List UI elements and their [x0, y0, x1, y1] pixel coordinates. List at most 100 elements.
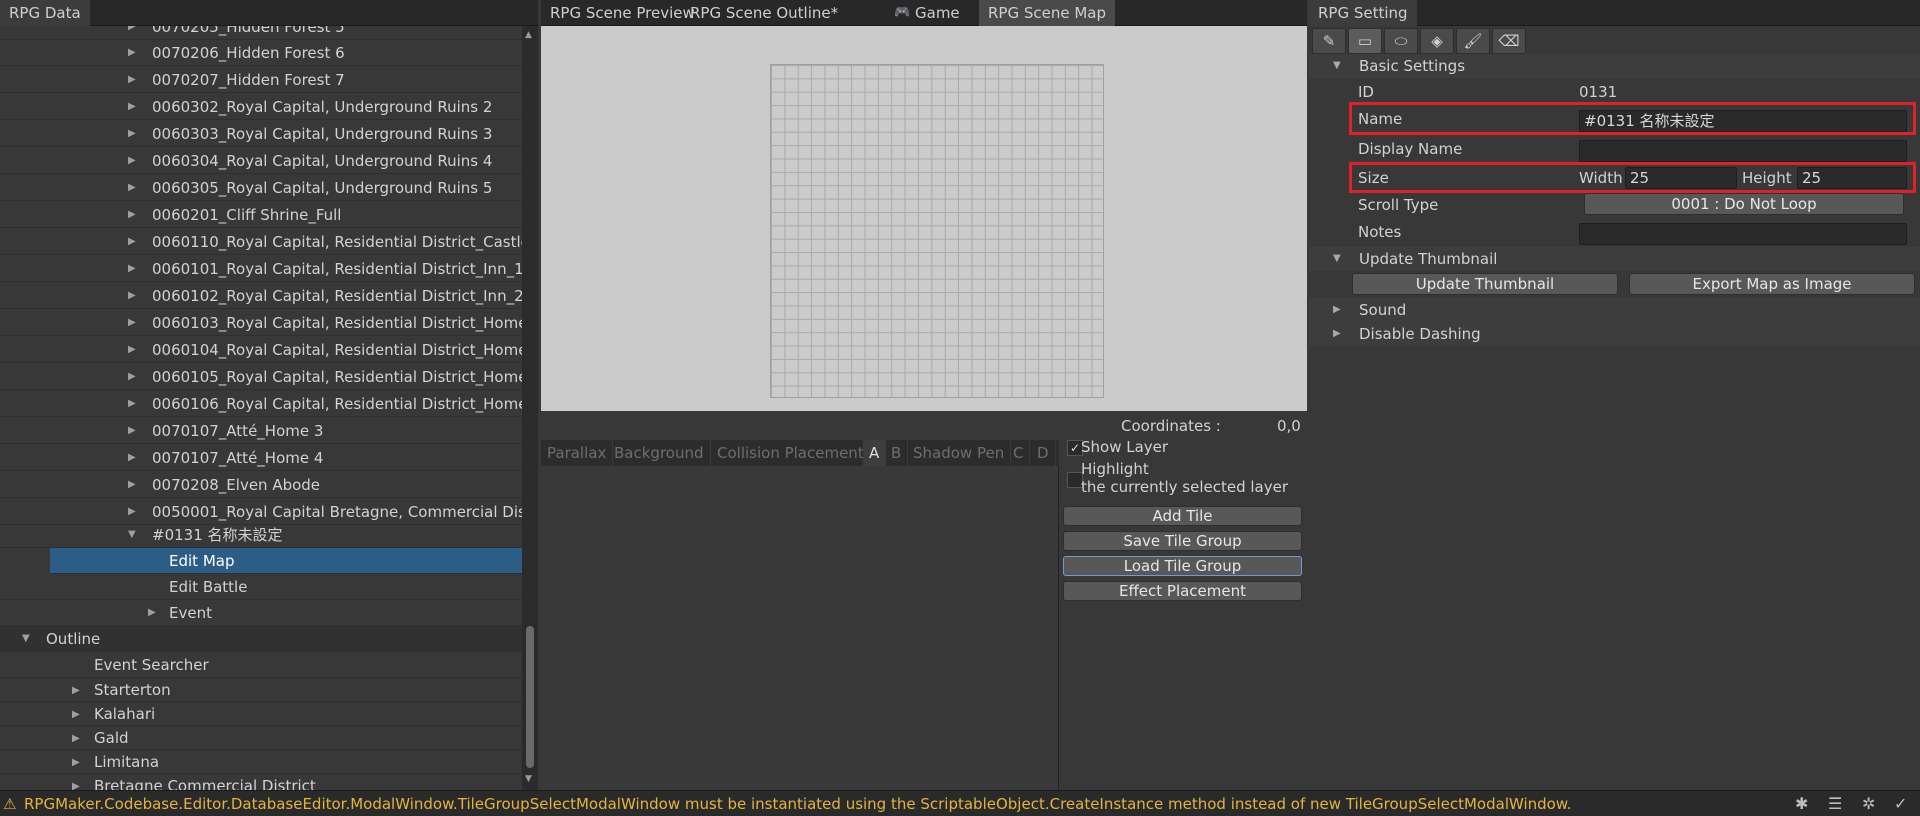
tree-row-map[interactable]: ▶ 0060201_Cliff Shrine_Full	[0, 202, 522, 228]
outline-item[interactable]: ▶ Limitana	[0, 750, 522, 774]
add-tile-button[interactable]: Add Tile	[1063, 506, 1302, 526]
chevron-down-icon[interactable]: ▼	[128, 522, 136, 547]
tab-game[interactable]: 🎮 Game	[885, 0, 969, 26]
effect-placement-button[interactable]: Effect Placement	[1063, 581, 1302, 601]
layer-tab-shadow-pen[interactable]: Shadow Pen	[907, 440, 1012, 466]
pencil-icon[interactable]: ✎	[1312, 28, 1346, 54]
chevron-right-icon[interactable]: ▶	[72, 702, 80, 725]
chevron-right-icon[interactable]: ▶	[128, 337, 136, 362]
tree-row-map[interactable]: ▶ 0070107_Atté_Home 4	[0, 445, 522, 471]
check-circle-icon[interactable]: ✓	[1894, 791, 1907, 816]
disable-dashing-section[interactable]: ▶ Disable Dashing	[1309, 322, 1920, 346]
layer-tab-parallax[interactable]: Parallax	[541, 440, 614, 466]
tree-row-map[interactable]: ▶ 0060103_Royal Capital, Residential Dist…	[0, 310, 522, 336]
tab-rpg-data[interactable]: RPG Data	[0, 0, 90, 26]
rectangle-icon[interactable]: ▭	[1348, 28, 1382, 54]
notes-field[interactable]	[1579, 223, 1907, 245]
tree-row-partial[interactable]: ▶ 0070205_Hidden Forest 5	[0, 26, 522, 40]
chevron-right-icon[interactable]: ▶	[128, 121, 136, 146]
chevron-right-icon[interactable]: ▶	[72, 678, 80, 701]
chevron-right-icon[interactable]: ▶	[128, 364, 136, 389]
tree-row-map[interactable]: ▶ 0060101_Royal Capital, Residential Dist…	[0, 256, 522, 282]
chevron-right-icon[interactable]: ▶	[72, 726, 80, 749]
tree-item-edit-map[interactable]: Edit Map	[50, 548, 522, 574]
tree-row-map[interactable]: ▶ 0060303_Royal Capital, Underground Ruin…	[0, 121, 522, 147]
chevron-down-icon[interactable]: ▼	[1333, 54, 1341, 78]
chevron-right-icon[interactable]: ▶	[128, 94, 136, 119]
export-map-button[interactable]: Export Map as Image	[1629, 273, 1915, 295]
chevron-right-icon[interactable]: ▶	[128, 175, 136, 200]
brush-icon[interactable]: 🖌	[1456, 28, 1490, 54]
tree-row-map[interactable]: ▶ 0060110_Royal Capital, Residential Dist…	[0, 229, 522, 255]
chevron-down-icon[interactable]: ▼	[22, 626, 30, 651]
save-tile-group-button[interactable]: Save Tile Group	[1063, 531, 1302, 551]
chevron-right-icon[interactable]: ▶	[1333, 298, 1341, 322]
tree-item-event[interactable]: ▶ Event	[0, 600, 522, 626]
scroll-down-icon[interactable]: ▼	[525, 774, 532, 784]
outline-header[interactable]: ▼ Outline	[0, 626, 522, 652]
load-tile-group-button[interactable]: Load Tile Group	[1063, 556, 1302, 576]
layer-tab-c[interactable]: C	[1007, 440, 1031, 466]
chevron-right-icon[interactable]: ▶	[128, 391, 136, 416]
tree-row-current-map[interactable]: ▼ #0131 名称未設定	[0, 522, 522, 548]
layer-tab-a[interactable]: A	[863, 440, 887, 466]
tree-row-map[interactable]: ▶ 0060305_Royal Capital, Underground Ruin…	[0, 175, 522, 201]
tree-row-map[interactable]: ▶ 0060302_Royal Capital, Underground Ruin…	[0, 94, 522, 120]
scrollbar-thumb[interactable]	[526, 626, 534, 768]
chevron-right-icon[interactable]: ▶	[72, 750, 80, 773]
tree-row-map[interactable]: ▶ 0060106_Royal Capital, Residential Dist…	[0, 391, 522, 417]
chevron-right-icon[interactable]: ▶	[1333, 322, 1341, 346]
tree-row-map[interactable]: ▶ 0060102_Royal Capital, Residential Dist…	[0, 283, 522, 309]
chevron-right-icon[interactable]: ▶	[128, 229, 136, 254]
chevron-down-icon[interactable]: ▼	[1333, 247, 1341, 271]
bug-icon[interactable]: ✱	[1795, 791, 1808, 816]
layer-tab-b[interactable]: B	[885, 440, 909, 466]
chevron-right-icon[interactable]: ▶	[128, 148, 136, 173]
outline-item[interactable]: ▶ Starterton	[0, 678, 522, 702]
tree-row-map[interactable]: ▶ 0060304_Royal Capital, Underground Ruin…	[0, 148, 522, 174]
outline-item[interactable]: ▶ Kalahari	[0, 702, 522, 726]
chevron-right-icon[interactable]: ▶	[128, 418, 136, 443]
update-thumbnail-section[interactable]: ▼ Update Thumbnail	[1309, 247, 1920, 271]
tab-scene-preview[interactable]: RPG Scene Preview	[541, 0, 704, 26]
chevron-right-icon[interactable]: ▶	[128, 67, 136, 92]
console-status-bar[interactable]: ⚠ RPGMaker.Codebase.Editor.DatabaseEdito…	[0, 790, 1920, 816]
map-grid[interactable]	[770, 64, 1104, 398]
debug-icon[interactable]: ✲	[1862, 791, 1875, 816]
tree-row-map[interactable]: ▶ 0060104_Royal Capital, Residential Dist…	[0, 337, 522, 363]
scroll-up-icon[interactable]: ▲	[525, 30, 532, 40]
scroll-type-dropdown[interactable]: 0001 : Do Not Loop	[1584, 193, 1904, 215]
tab-scene-map[interactable]: RPG Scene Map	[979, 0, 1116, 26]
chevron-right-icon[interactable]: ▶	[148, 600, 156, 625]
sound-section[interactable]: ▶ Sound	[1309, 298, 1920, 322]
tree-row-map[interactable]: ▶ 0070206_Hidden Forest 6	[0, 40, 522, 66]
update-thumbnail-button[interactable]: Update Thumbnail	[1352, 273, 1618, 295]
outline-item-partial[interactable]: ▶ Bretagne Commercial District	[0, 774, 522, 790]
ellipse-icon[interactable]: ⬭	[1384, 28, 1418, 54]
display-name-field[interactable]	[1579, 140, 1907, 162]
chevron-right-icon[interactable]: ▶	[128, 256, 136, 281]
tree-item-edit-battle[interactable]: Edit Battle	[0, 574, 522, 600]
tree-scrollbar[interactable]: ▲ ▼	[522, 26, 538, 790]
tree-row-map[interactable]: ▶ 0070208_Elven Abode	[0, 472, 522, 498]
chevron-right-icon[interactable]: ▶	[128, 40, 136, 65]
map-canvas[interactable]	[541, 26, 1307, 411]
tree-row-map[interactable]: ▶ 0070207_Hidden Forest 7	[0, 67, 522, 93]
tree-item-event-searcher[interactable]: Event Searcher	[0, 652, 522, 678]
tile-palette[interactable]	[541, 466, 1059, 790]
chevron-right-icon[interactable]: ▶	[128, 445, 136, 470]
tree-row-map[interactable]: ▶ 0060105_Royal Capital, Residential Dist…	[0, 364, 522, 390]
tree-row-map[interactable]: ▶ 0070107_Atté_Home 3	[0, 418, 522, 444]
fill-bucket-icon[interactable]: ◈	[1420, 28, 1454, 54]
layer-tab-d[interactable]: D	[1031, 440, 1056, 466]
layer-tab-collision[interactable]: Collision Placement	[711, 440, 871, 466]
outline-item[interactable]: ▶ Gald	[0, 726, 522, 750]
layer-tab-background[interactable]: Background	[608, 440, 711, 466]
database-icon[interactable]: ☰	[1828, 791, 1842, 816]
chevron-right-icon[interactable]: ▶	[128, 472, 136, 497]
chevron-right-icon[interactable]: ▶	[128, 310, 136, 335]
chevron-right-icon[interactable]: ▶	[128, 283, 136, 308]
chevron-right-icon[interactable]: ▶	[128, 202, 136, 227]
tab-rpg-setting[interactable]: RPG Setting	[1309, 0, 1417, 26]
tab-scene-outline[interactable]: RPG Scene Outline*	[681, 0, 847, 26]
